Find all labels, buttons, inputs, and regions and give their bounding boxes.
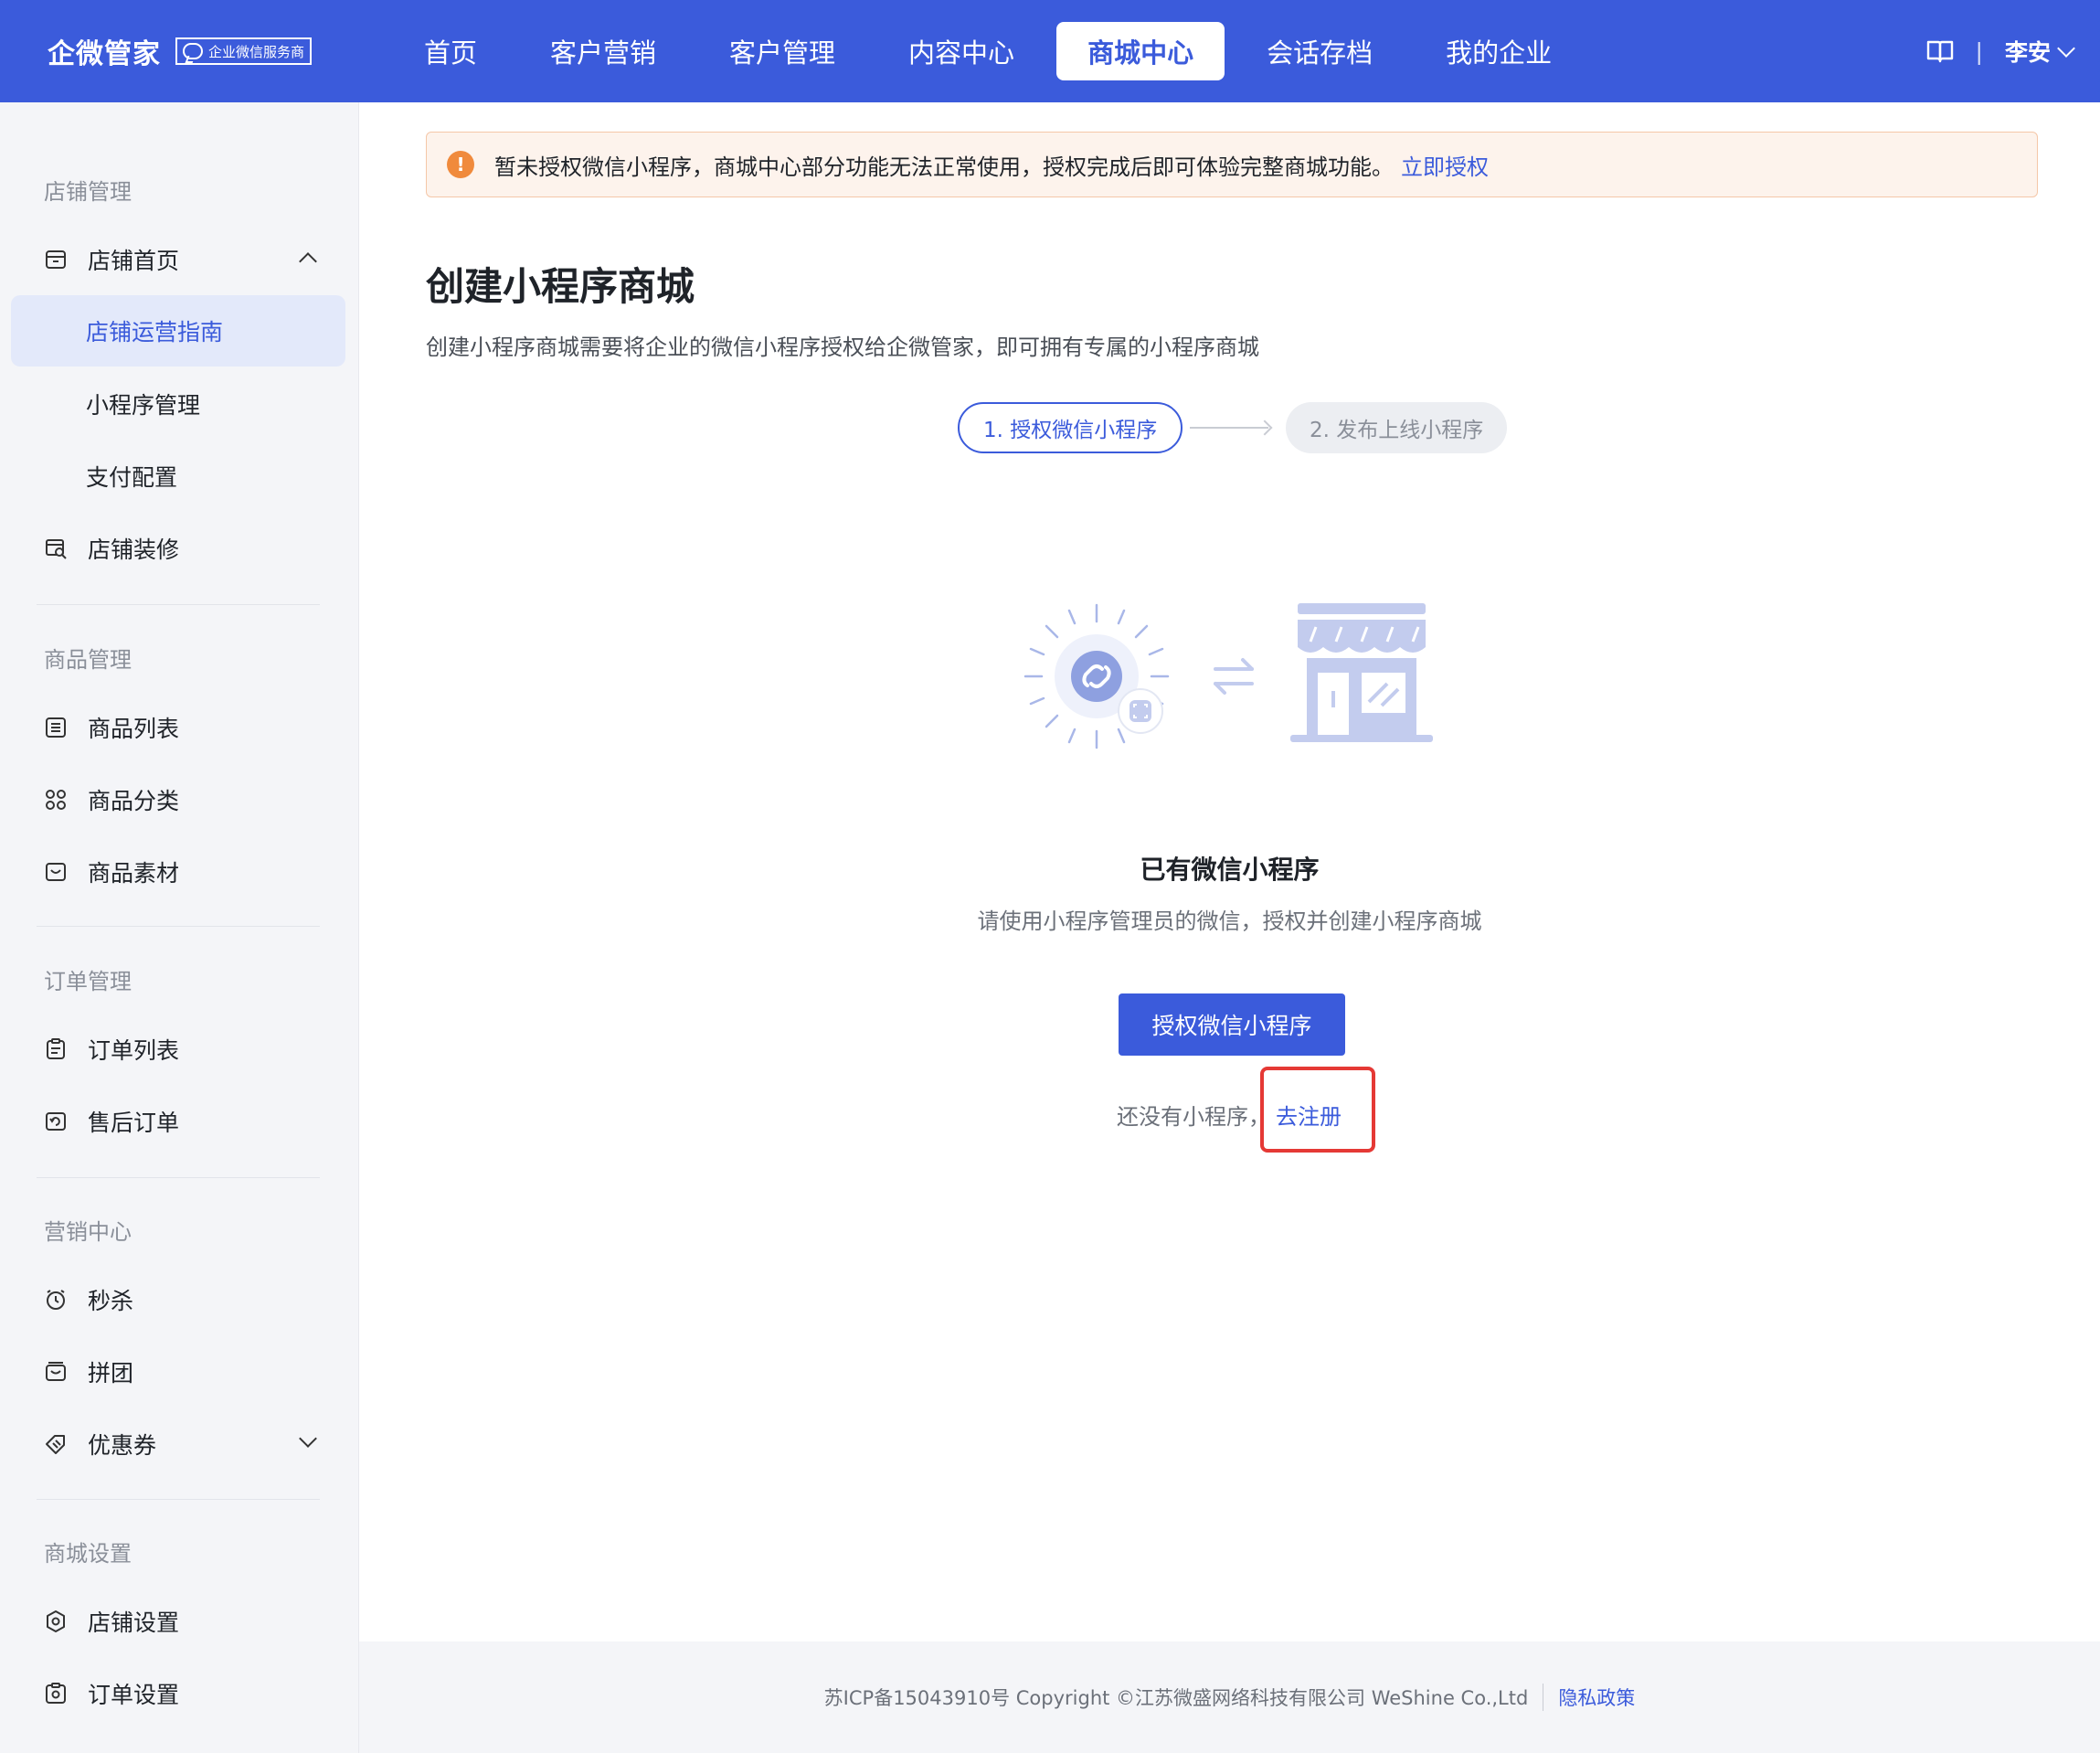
decoration-icon (44, 537, 68, 560)
header-right: | 李安 (1926, 0, 2075, 102)
sidebar-divider (37, 604, 320, 605)
step-publish[interactable]: 2. 发布上线小程序 (1286, 402, 1508, 453)
sidebar-item-label: 店铺首页 (88, 248, 180, 274)
coupon-icon (44, 1432, 68, 1456)
service-provider-badge: 企业微信服务商 (175, 37, 313, 65)
page-description: 创建小程序商城需要将企业的微信小程序授权给企微管家，即可拥有专属的小程序商城 (426, 335, 1259, 360)
chevron-up-icon[interactable] (299, 252, 317, 271)
authorization-alert: ! 暂未授权微信小程序，商城中心部分功能无法正常使用，授权完成后即可体验完整商城… (426, 132, 2038, 197)
chat-bubble-icon (183, 43, 203, 59)
sidebar: 店铺管理 店铺首页 店铺运营指南 小程序管理 支付配置 店铺装修 商品管理 商品… (0, 102, 359, 1753)
tab-my-enterprise[interactable]: 我的企业 (1415, 22, 1583, 80)
tab-chat-archive[interactable]: 会话存档 (1236, 22, 1404, 80)
sidebar-item-group-buy[interactable]: 拼团 (11, 1336, 345, 1408)
store-front-icon (1290, 603, 1433, 742)
sidebar-item-store-settings[interactable]: 店铺设置 (11, 1586, 345, 1657)
material-icon (44, 860, 68, 884)
section-title: 已有微信小程序 (1140, 855, 1320, 885)
main-nav: 首页 客户营销 客户管理 内容中心 商城中心 会话存档 我的企业 (393, 0, 1594, 102)
tab-content-center[interactable]: 内容中心 (877, 22, 1045, 80)
sidebar-item-product-category[interactable]: 商品分类 (11, 764, 345, 835)
sidebar-item-miniapp-manage[interactable]: 小程序管理 (11, 368, 345, 440)
sidebar-item-label: 优惠券 (88, 1432, 157, 1459)
step-authorize[interactable]: 1. 授权微信小程序 (958, 402, 1183, 453)
sidebar-item-after-sale[interactable]: 售后订单 (11, 1086, 345, 1157)
sidebar-item-payment-config[interactable]: 支付配置 (11, 441, 345, 512)
tab-home[interactable]: 首页 (393, 22, 508, 80)
tab-customer-marketing[interactable]: 客户营销 (519, 22, 687, 80)
sidebar-item-order-list[interactable]: 订单列表 (11, 1014, 345, 1085)
clipboard-icon (44, 1037, 68, 1061)
user-name[interactable]: 李安 (2005, 35, 2051, 68)
sidebar-item-label: 商品分类 (88, 788, 180, 814)
badge-label: 企业微信服务商 (208, 43, 305, 60)
alarm-clock-icon (44, 1288, 68, 1312)
sidebar-divider (37, 926, 320, 927)
sidebar-item-label: 订单设置 (88, 1682, 180, 1708)
sidebar-item-label: 秒杀 (88, 1288, 134, 1314)
highlight-box (1260, 1067, 1375, 1153)
privacy-policy-link[interactable]: 隐私政策 (1543, 1684, 1635, 1711)
page-title: 创建小程序商城 (426, 264, 695, 309)
chevron-down-icon[interactable] (299, 1429, 317, 1448)
warning-icon: ! (447, 151, 474, 178)
sidebar-item-product-material[interactable]: 商品素材 (11, 836, 345, 908)
sidebar-item-flash-sale[interactable]: 秒杀 (11, 1264, 345, 1335)
authorize-now-link[interactable]: 立即授权 (1401, 149, 1489, 181)
alert-text: 暂未授权微信小程序，商城中心部分功能无法正常使用，授权完成后即可体验完整商城功能… (494, 154, 1394, 180)
sidebar-divider (37, 1499, 320, 1500)
book-icon[interactable] (1926, 39, 1954, 63)
sidebar-item-store-guide[interactable]: 店铺运营指南 (11, 295, 345, 367)
command-icon (44, 788, 68, 812)
sidebar-item-store-decor[interactable]: 店铺装修 (11, 513, 345, 584)
no-miniapp-text: 还没有小程序， (1117, 1104, 1270, 1130)
sidebar-section-store: 店铺管理 (44, 179, 132, 205)
sidebar-item-label: 拼团 (88, 1360, 134, 1386)
sidebar-section-mall-settings: 商城设置 (44, 1541, 132, 1567)
brand[interactable]: 企微管家 企业微信服务商 (48, 31, 313, 71)
sidebar-item-label: 订单列表 (88, 1037, 180, 1064)
order-settings-icon (44, 1682, 68, 1705)
tab-customer-management[interactable]: 客户管理 (698, 22, 866, 80)
arrow-right-icon (1190, 427, 1268, 429)
sidebar-divider (37, 1177, 320, 1178)
sidebar-section-product: 商品管理 (44, 647, 132, 673)
list-icon (44, 716, 68, 739)
chevron-down-icon[interactable] (2057, 39, 2075, 58)
footer: 苏ICP备15043910号 Copyright ©江苏微盛网络科技有限公司 W… (359, 1641, 2100, 1753)
footer-copyright: 苏ICP备15043910号 Copyright ©江苏微盛网络科技有限公司 W… (823, 1687, 1529, 1709)
sidebar-item-label: 店铺设置 (88, 1610, 180, 1636)
section-subtitle: 请使用小程序管理员的微信，授权并创建小程序商城 (977, 908, 1482, 934)
sidebar-item-order-settings[interactable]: 订单设置 (11, 1658, 345, 1729)
authorize-miniapp-button[interactable]: 授权微信小程序 (1119, 993, 1345, 1056)
sidebar-item-store-home[interactable]: 店铺首页 (11, 224, 345, 295)
header-separator: | (1975, 37, 1983, 65)
sidebar-section-marketing: 营销中心 (44, 1219, 132, 1245)
sidebar-section-order: 订单管理 (44, 969, 132, 994)
sidebar-item-product-list[interactable]: 商品列表 (11, 692, 345, 763)
sidebar-item-label: 店铺装修 (88, 537, 180, 563)
sidebar-item-label: 售后订单 (88, 1110, 180, 1136)
brand-name: 企微管家 (48, 38, 161, 70)
sidebar-item-label: 商品列表 (88, 716, 180, 742)
shopping-bag-icon (44, 1360, 68, 1384)
miniapp-store-illustration (1023, 603, 1433, 749)
tab-mall-center[interactable]: 商城中心 (1056, 22, 1225, 80)
exchange-arrows-icon (1214, 658, 1254, 695)
return-icon (44, 1110, 68, 1133)
store-icon (44, 248, 68, 271)
top-navigation-bar: 企微管家 企业微信服务商 首页 客户营销 客户管理 内容中心 商城中心 会话存档… (0, 0, 2100, 102)
gear-icon (44, 1610, 68, 1633)
miniapp-qr-icon (1023, 603, 1170, 749)
sidebar-item-label: 商品素材 (88, 860, 180, 887)
sidebar-item-coupon[interactable]: 优惠券 (11, 1408, 345, 1480)
